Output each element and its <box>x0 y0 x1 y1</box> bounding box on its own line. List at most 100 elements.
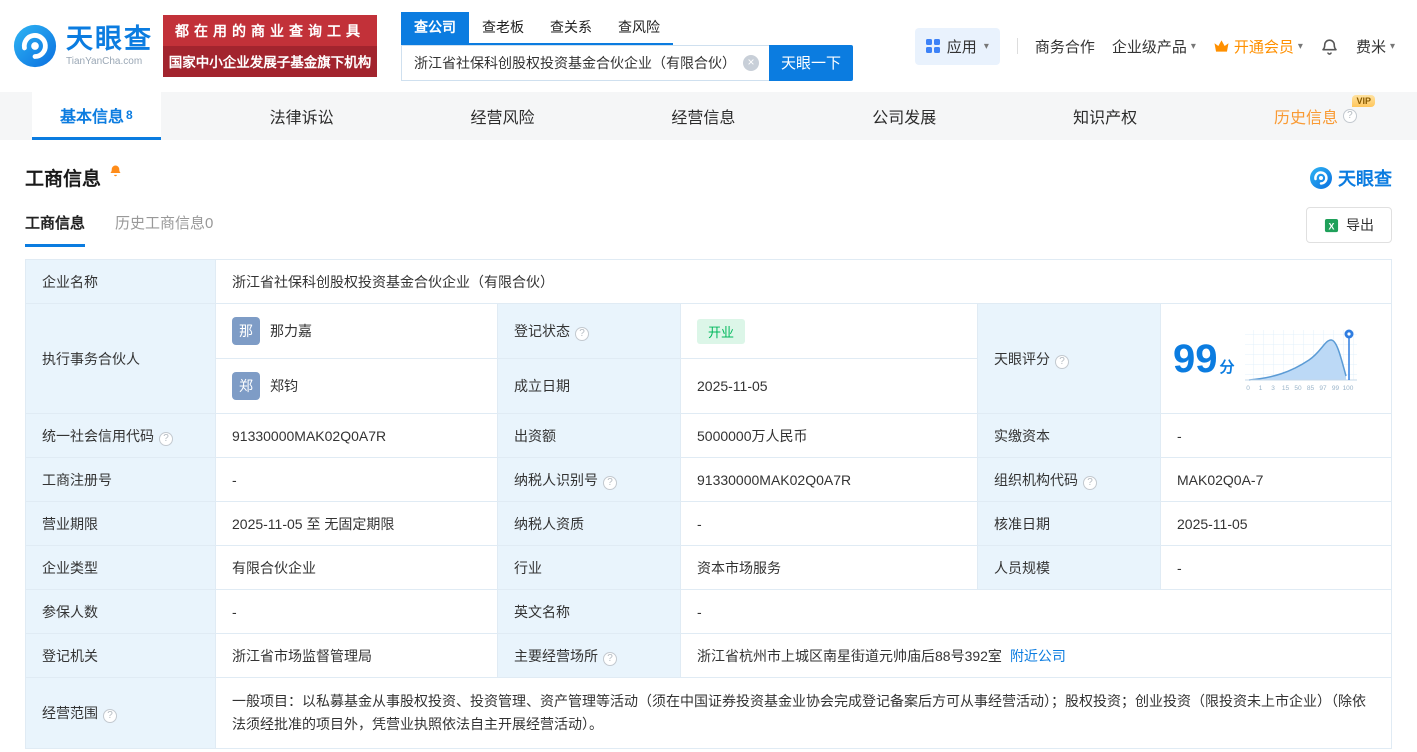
tab-operating-info[interactable]: 经营信息 <box>643 92 763 140</box>
help-icon[interactable]: ? <box>1055 354 1069 369</box>
tab-operating-risk[interactable]: 经营风险 <box>442 92 562 140</box>
org-code-value: MAK02Q0A-7 <box>1160 457 1392 502</box>
help-icon[interactable]: ? <box>575 327 589 341</box>
table-row: 统一社会信用代码? 91330000MAK02Q0A7R 出资额 5000000… <box>25 413 1392 458</box>
svg-text:97: 97 <box>1319 385 1327 392</box>
search-tab-boss[interactable]: 查老板 <box>469 12 537 43</box>
table-row: 登记机关 浙江省市场监督管理局 主要经营场所? 浙江省杭州市上城区南星街道元帅庙… <box>25 633 1392 678</box>
industry-label: 行业 <box>497 545 681 590</box>
search-tab-company[interactable]: 查公司 <box>401 11 469 43</box>
search-tab-relation[interactable]: 查关系 <box>537 12 605 43</box>
capital-value: 5000000万人民币 <box>680 413 978 458</box>
partners-label: 执行事务合伙人 <box>25 303 216 414</box>
nav-open-vip[interactable]: 开通会员 ▾ <box>1213 36 1303 57</box>
divider <box>1016 38 1018 54</box>
company-name-label: 企业名称 <box>25 259 216 304</box>
tab-company-development[interactable]: 公司发展 <box>844 92 964 140</box>
table-row: 参保人数 - 英文名称 - <box>25 589 1392 634</box>
taxpayer-id-label: 纳税人识别号? <box>497 457 681 502</box>
vip-badge: VIP <box>1352 95 1375 107</box>
score-axis-labels: 0 1 3 15 50 85 97 99 100 <box>1246 385 1354 392</box>
svg-text:0: 0 <box>1246 385 1250 392</box>
reg-status-value: 开业 <box>680 303 978 359</box>
export-button[interactable]: X 导出 <box>1306 207 1392 243</box>
table-row: 经营范围? 一般项目：以私募基金从事股权投资、投资管理、资产管理等活动（须在中国… <box>25 677 1392 749</box>
term-label: 营业期限 <box>25 501 216 546</box>
help-icon[interactable]: ? <box>1083 475 1097 490</box>
avatar: 郑 <box>232 372 260 400</box>
excel-icon: X <box>1324 218 1339 232</box>
partner-name[interactable]: 郑钧 <box>270 376 298 396</box>
credit-code-label: 统一社会信用代码? <box>25 413 216 458</box>
help-icon[interactable]: ? <box>603 651 617 666</box>
authority-value: 浙江省市场监督管理局 <box>215 633 498 678</box>
tab-basic-info[interactable]: 基本信息 8 <box>32 92 161 140</box>
taxpayer-id-value: 91330000MAK02Q0A7R <box>680 457 978 502</box>
nav-user[interactable]: 费米 ▾ <box>1356 36 1395 57</box>
chevron-down-icon: ▾ <box>1389 40 1395 52</box>
approve-date-label: 核准日期 <box>977 501 1161 546</box>
notification-bell-icon[interactable] <box>1320 37 1339 56</box>
credit-code-value: 91330000MAK02Q0A7R <box>215 413 498 458</box>
tab-history-info[interactable]: VIP 历史信息 ? <box>1246 92 1385 140</box>
table-row: 企业名称 浙江省社保科创股权投资基金合伙企业（有限合伙） <box>25 259 1392 304</box>
svg-text:1: 1 <box>1258 385 1262 392</box>
tianyancha-watermark: 天眼查 <box>1309 165 1392 191</box>
subtab-history-business-info[interactable]: 历史工商信息0 <box>115 212 213 247</box>
approve-date-value: 2025-11-05 <box>1160 501 1392 546</box>
reg-no-value: - <box>215 457 498 502</box>
section-header: 工商信息 天眼查 <box>25 164 1392 191</box>
subtab-row: 工商信息 历史工商信息0 X 导出 <box>25 207 1392 247</box>
logo-name: 天眼查 <box>66 23 153 54</box>
partner-name[interactable]: 那力嘉 <box>270 321 312 341</box>
search-row: × 天眼一下 <box>401 44 853 81</box>
tab-intellectual-property[interactable]: 知识产权 <box>1045 92 1165 140</box>
top-nav: 应用 ▾ 商务合作 企业级产品 ▾ 开通会员 ▾ 费米 ▾ <box>914 27 1395 65</box>
partner-link[interactable]: 郑 郑钧 <box>232 372 481 400</box>
search-button[interactable]: 天眼一下 <box>769 44 853 81</box>
paid-capital-value: - <box>1160 413 1392 458</box>
company-type-value: 有限合伙企业 <box>215 545 498 590</box>
chevron-down-icon: ▾ <box>983 40 989 52</box>
apps-menu[interactable]: 应用 ▾ <box>914 27 1000 65</box>
logo-text: 天眼查 TianYanCha.com <box>66 23 153 67</box>
help-icon[interactable]: ? <box>159 431 173 446</box>
search-tabs: 查公司 查老板 查关系 查风险 <box>401 11 673 45</box>
help-icon[interactable]: ? <box>603 475 617 490</box>
nav-enterprise[interactable]: 企业级产品 ▾ <box>1112 36 1196 57</box>
score-cell: 99 分 0 1 3 15 50 85 97 99 100 <box>1160 303 1392 414</box>
tianyancha-logo-icon <box>1310 166 1332 189</box>
tab-legal-proceedings[interactable]: 法律诉讼 <box>242 92 362 140</box>
search-input[interactable] <box>402 45 769 80</box>
watermark-brand-text: 天眼查 <box>1338 168 1392 189</box>
help-icon[interactable]: ? <box>1342 109 1357 123</box>
status-badge: 开业 <box>697 318 746 344</box>
promo-line1: 都在用的商业查询工具 <box>163 15 377 46</box>
help-icon[interactable]: ? <box>103 708 117 723</box>
table-row: 营业期限 2025-11-05 至 无固定期限 纳税人资质 - 核准日期 202… <box>25 501 1392 546</box>
avatar: 那 <box>232 317 260 345</box>
nearby-companies-link[interactable]: 附近公司 <box>1010 648 1066 664</box>
business-info-table: 企业名称 浙江省社保科创股权投资基金合伙企业（有限合伙） 执行事务合伙人 那 那… <box>25 259 1392 749</box>
main-tab-bar: 基本信息 8 法律诉讼 经营风险 经营信息 公司发展 知识产权 VIP 历史信息 … <box>0 92 1417 140</box>
tianyancha-logo[interactable]: 天眼查 TianYanCha.com <box>12 23 153 69</box>
svg-text:3: 3 <box>1271 385 1275 392</box>
svg-text:85: 85 <box>1306 385 1314 392</box>
score-label: 天眼评分? <box>977 303 1161 414</box>
subscribe-bell-icon[interactable] <box>108 163 123 183</box>
nav-cooperation[interactable]: 商务合作 <box>1035 36 1095 57</box>
staff-label: 人员规模 <box>977 545 1161 590</box>
apps-grid-icon <box>925 39 940 53</box>
table-row: 企业类型 有限合伙企业 行业 资本市场服务 人员规模 - <box>25 545 1392 590</box>
crown-icon <box>1214 40 1229 52</box>
clear-icon[interactable]: × <box>743 54 759 71</box>
score-value: 99 分 <box>1173 336 1235 381</box>
reg-no-label: 工商注册号 <box>25 457 216 502</box>
partner-link[interactable]: 那 那力嘉 <box>232 317 481 345</box>
chevron-down-icon: ▾ <box>1190 40 1196 52</box>
subtab-business-info[interactable]: 工商信息 <box>25 212 86 247</box>
promo-banner: 都在用的商业查询工具 国家中小企业发展子基金旗下机构 <box>163 15 377 77</box>
scope-label: 经营范围? <box>25 677 216 749</box>
search-tab-risk[interactable]: 查风险 <box>605 12 673 43</box>
search-input-wrap: × <box>401 44 769 81</box>
